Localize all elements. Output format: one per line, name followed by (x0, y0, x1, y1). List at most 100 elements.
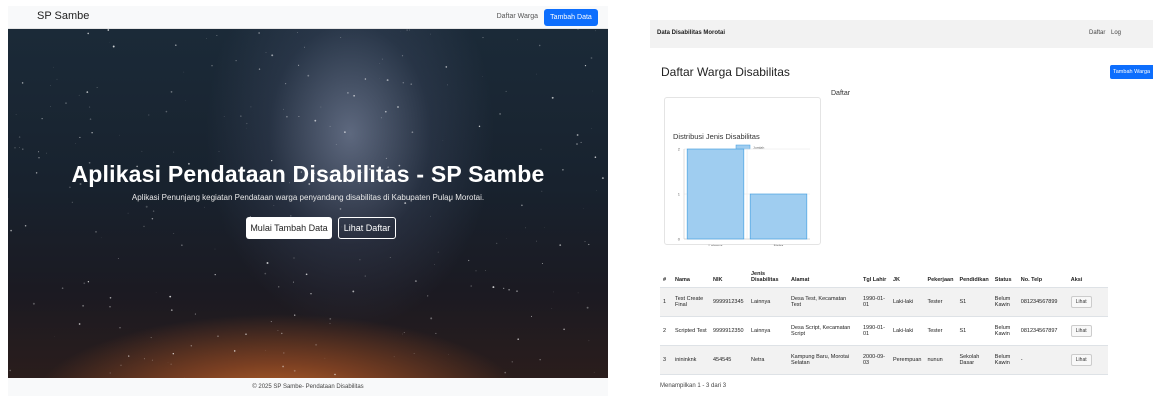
star (329, 323, 331, 324)
star (386, 79, 389, 82)
star (38, 151, 40, 153)
star (56, 78, 58, 80)
star (544, 227, 545, 228)
x-tick-label: Lainnya (708, 243, 723, 246)
column-header: No. Telp (1017, 263, 1068, 288)
table-row: 3 inininknk 454545 Netra Kampung Baru, Morot… (660, 345, 1108, 375)
star (217, 335, 219, 338)
star (235, 59, 237, 62)
column-header: # (660, 263, 672, 288)
star (468, 259, 470, 262)
star (296, 31, 298, 33)
table-cell: Tester (924, 316, 957, 346)
star (536, 73, 537, 75)
star (141, 150, 143, 152)
column-header: Pekerjaan (924, 263, 957, 288)
starfield-background (8, 29, 604, 378)
column-header: Status (991, 263, 1018, 288)
star (53, 66, 55, 68)
star (563, 328, 565, 331)
star (414, 280, 417, 283)
star (397, 106, 399, 108)
star (50, 85, 51, 86)
star (314, 119, 317, 122)
star (393, 356, 395, 358)
star (591, 128, 592, 129)
star (339, 208, 342, 210)
star (584, 65, 587, 67)
star (190, 345, 192, 347)
star (294, 314, 296, 316)
star (505, 90, 507, 92)
y-tick-label: 1 (678, 192, 681, 197)
star (521, 204, 523, 207)
page-title: Daftar Warga Disabilitas (661, 65, 790, 79)
star (530, 315, 533, 317)
star (437, 251, 439, 253)
star (447, 84, 449, 86)
star (298, 115, 300, 118)
star (265, 349, 267, 351)
star (41, 118, 43, 120)
star (435, 332, 437, 334)
hero-subtitle: Aplikasi Penunjang kegiatan Pendataan wa… (131, 193, 485, 202)
nav-log-link[interactable]: Log (1111, 30, 1121, 36)
star (430, 215, 431, 217)
star (15, 114, 17, 115)
star (54, 336, 55, 337)
star (82, 304, 85, 307)
star (551, 308, 553, 309)
star (170, 363, 172, 365)
star (155, 292, 157, 293)
star (340, 36, 342, 38)
star (211, 64, 213, 67)
star (482, 37, 484, 39)
column-header: Nama (672, 263, 710, 288)
nav-daftar-link[interactable]: Daftar (1089, 30, 1105, 36)
lihat-button[interactable]: Lihat (1070, 353, 1092, 366)
list-page: Data Disabilitas Morotai Daftar Log Daft… (650, 20, 1153, 396)
brand-logo[interactable]: Data Disabilitas Morotai (657, 30, 725, 36)
star (402, 333, 403, 335)
star (233, 350, 236, 352)
star (245, 333, 247, 335)
star (538, 44, 541, 47)
table-cell: Lihat (1067, 287, 1108, 317)
table-cell: 454545 (710, 345, 748, 375)
lihat-button[interactable]: Lihat (1070, 324, 1092, 337)
star (22, 148, 24, 150)
nav-daftar-warga-link[interactable]: Daftar Warga (497, 13, 538, 20)
star (403, 332, 405, 333)
table-cell: Laki-laki (890, 287, 925, 317)
star (19, 147, 21, 148)
table-cell: Belum Kawin (991, 316, 1018, 346)
hero-title: Aplikasi Pendataan Disabilitas - SP Samb… (71, 161, 545, 187)
star (481, 76, 483, 78)
star (10, 229, 12, 232)
nav-tambah-data-button[interactable]: Tambah Data (544, 9, 598, 26)
star (172, 352, 175, 355)
star (258, 32, 260, 34)
star (61, 287, 64, 289)
star (264, 272, 267, 275)
lihat-daftar-button[interactable]: Lihat Daftar (338, 217, 396, 239)
star (86, 91, 89, 93)
star (588, 243, 590, 246)
star (401, 55, 404, 57)
star (148, 114, 150, 116)
star (38, 157, 40, 159)
star (277, 329, 279, 332)
star (223, 116, 225, 117)
star (89, 118, 92, 120)
star (128, 355, 130, 357)
brand-logo[interactable]: SP Sambe (37, 10, 89, 22)
tambah-warga-button[interactable]: Tambah Warga (1110, 65, 1153, 79)
mulai-tambah-data-button[interactable]: Mulai Tambah Data (246, 217, 332, 239)
star (119, 327, 121, 329)
star (470, 285, 472, 287)
lihat-button[interactable]: Lihat (1070, 295, 1092, 308)
star (240, 115, 242, 117)
table-cell: - (1017, 345, 1068, 375)
warga-table: # Nama NIK Jenis Disabilitas Alamat Tgl Lahir… (660, 263, 1108, 375)
y-tick-label: 0 (678, 237, 681, 242)
